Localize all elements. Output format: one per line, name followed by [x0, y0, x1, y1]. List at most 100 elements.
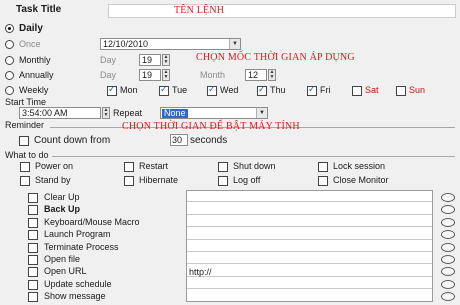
countdown-label: Count down from [34, 135, 111, 146]
reminder-label: Reminder [5, 120, 45, 130]
close-monitor-label: Close Monitor [333, 175, 389, 185]
monthly-day-value: 19 [142, 55, 153, 65]
annually-month-input[interactable]: 12 [245, 69, 267, 81]
annually-month-value: 12 [248, 70, 259, 80]
weekday-thu-checkbox[interactable] [257, 84, 267, 96]
start-time-spinner[interactable]: ▲ ▼ [102, 107, 110, 119]
log-off-checkbox[interactable] [218, 176, 228, 186]
countdown-input[interactable]: 30 [170, 134, 188, 146]
param-row-divider [187, 226, 432, 228]
what-to-do-divider [52, 156, 455, 157]
annotation-reminder: CHỌN THỜI GIAN ĐỂ BẬT MÁY TÍNH [122, 121, 300, 132]
annually-month-spinner[interactable]: ▲ ▼ [268, 69, 276, 81]
weekday-thu-label: Thu [270, 85, 286, 95]
once-date-picker[interactable]: 12/10/2010 ▼ [100, 38, 241, 50]
weekday-mon-label: Mon [120, 85, 138, 95]
param-row-divider [187, 263, 432, 265]
monthly-day-input[interactable]: 19 [139, 54, 161, 66]
open-file-option-button[interactable] [441, 255, 455, 264]
once-label: Once [19, 39, 41, 49]
annually-day-value: 19 [142, 70, 153, 80]
lock-session-label: Lock session [333, 161, 386, 171]
monthly-label: Monthly [19, 55, 51, 65]
keyboard-mouse-macro-checkbox[interactable] [28, 217, 38, 228]
hibernate-label: Hibernate [139, 175, 179, 185]
what-to-do-label: What to do [5, 150, 49, 160]
repeat-label: Repeat [113, 108, 143, 118]
shut-down-checkbox[interactable] [218, 162, 228, 172]
keyboard-mouse-macro-label: Keyboard/Mouse Macro [44, 216, 140, 227]
launch-program-checkbox[interactable] [28, 230, 38, 241]
restart-checkbox[interactable] [124, 162, 134, 172]
clear-up-checkbox[interactable] [28, 193, 38, 203]
close-monitor-checkbox[interactable] [318, 176, 328, 186]
shut-down-label: Shut down [233, 161, 276, 171]
terminate-process-option-button[interactable] [441, 242, 455, 252]
chevron-down-icon[interactable]: ▼ [256, 108, 267, 118]
annually-month-label: Month [200, 70, 226, 80]
lock-session-checkbox[interactable] [318, 162, 328, 172]
open-url-checkbox[interactable] [28, 267, 38, 278]
repeat-select[interactable]: None ▼ [160, 107, 268, 119]
param-row-divider [187, 213, 432, 215]
annually-day-input[interactable]: 19 [139, 69, 161, 81]
weekday-sun-label: Sun [409, 85, 426, 95]
start-time-input[interactable]: 3:54:00 AM [19, 107, 101, 119]
show-message-option-button[interactable] [441, 292, 455, 302]
param-row-divider [187, 275, 432, 277]
weekday-tue-label: Tue [172, 85, 188, 95]
weekday-sat-checkbox[interactable] [352, 86, 362, 96]
chevron-down-icon[interactable]: ▼ [229, 39, 240, 49]
once-radio[interactable] [5, 40, 14, 49]
task-title-input[interactable]: TÊN LỆNH [108, 4, 456, 18]
log-off-label: Log off [233, 175, 261, 185]
hibernate-checkbox[interactable] [124, 176, 134, 186]
monthly-day-label: Day [100, 55, 117, 65]
restart-label: Restart [139, 161, 169, 171]
annually-radio[interactable] [5, 71, 14, 80]
daily-radio[interactable] [5, 24, 14, 33]
monthly-day-spinner[interactable]: ▲ ▼ [162, 54, 170, 66]
weekday-mon-checkbox[interactable] [107, 84, 117, 96]
task-title-value: TÊN LỆNH [174, 5, 225, 16]
param-row-divider [187, 201, 432, 203]
weekly-radio[interactable] [5, 86, 14, 95]
open-file-label: Open file [44, 254, 81, 264]
daily-label: Daily [19, 23, 43, 34]
terminate-process-checkbox[interactable] [28, 242, 38, 253]
clear-up-label: Clear Up [44, 192, 80, 202]
launch-program-label: Launch Program [44, 229, 111, 240]
open-url-option-button[interactable] [441, 267, 455, 277]
update-schedule-option-button[interactable] [441, 279, 455, 289]
countdown-checkbox[interactable] [19, 136, 29, 146]
update-schedule-checkbox[interactable] [28, 279, 38, 290]
repeat-value: None [162, 108, 188, 118]
weekday-sun-checkbox[interactable] [396, 86, 406, 96]
param-row-divider [187, 288, 432, 290]
action-params-list[interactable]: http:// [186, 190, 433, 302]
clear-up-option-button[interactable] [441, 193, 455, 202]
open-file-checkbox[interactable] [28, 255, 38, 265]
update-schedule-label: Update schedule [44, 278, 112, 289]
url-value: http:// [189, 267, 212, 277]
weekday-tue-checkbox[interactable] [159, 84, 169, 96]
terminate-process-label: Terminate Process [44, 241, 119, 252]
annually-label: Annually [19, 70, 54, 80]
annually-day-spinner[interactable]: ▲ ▼ [162, 69, 170, 81]
stand-by-checkbox[interactable] [20, 176, 30, 186]
launch-program-option-button[interactable] [441, 230, 455, 240]
show-message-checkbox[interactable] [28, 292, 38, 303]
seconds-label: seconds [190, 135, 228, 146]
stand-by-label: Stand by [35, 175, 71, 185]
power-on-checkbox[interactable] [20, 162, 30, 172]
back-up-checkbox[interactable] [28, 205, 38, 216]
annually-day-label: Day [100, 70, 117, 80]
weekday-wed-checkbox[interactable] [207, 84, 217, 96]
keyboard-mouse-macro-option-button[interactable] [441, 217, 455, 227]
weekday-fri-checkbox[interactable] [307, 84, 317, 96]
weekday-fri-label: Fri [320, 85, 331, 95]
back-up-option-button[interactable] [441, 205, 455, 215]
start-time-value: 3:54:00 AM [22, 108, 68, 118]
annotation-schedule: CHỌN MỐC THỜI GIAN ÁP DỤNG [196, 52, 355, 63]
monthly-radio[interactable] [5, 56, 14, 65]
